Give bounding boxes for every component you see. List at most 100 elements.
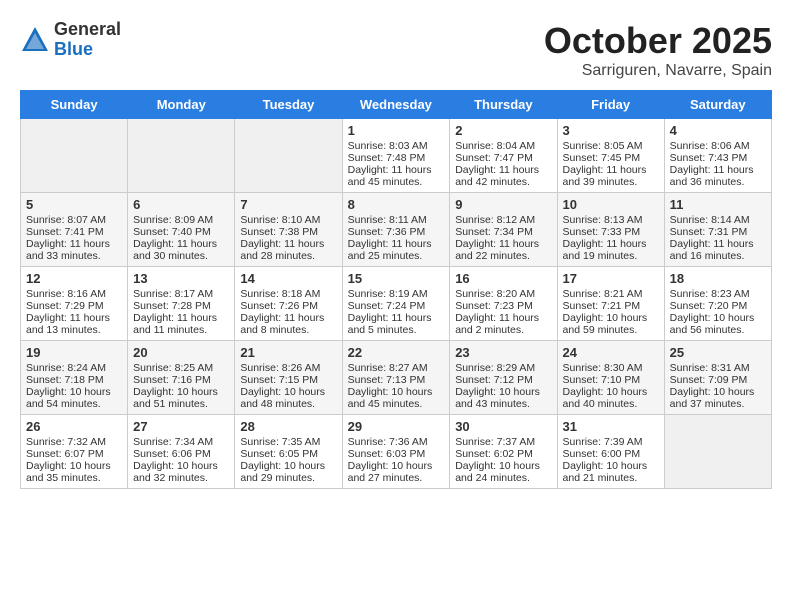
day-info: Sunset: 7:28 PM: [133, 300, 229, 312]
title-block: October 2025 Sarriguren, Navarre, Spain: [544, 20, 772, 80]
logo-text: General Blue: [54, 20, 121, 60]
day-info: Sunset: 7:12 PM: [455, 374, 551, 386]
logo-general-text: General: [54, 20, 121, 40]
day-number: 23: [455, 345, 551, 360]
day-info: Sunrise: 8:29 AM: [455, 362, 551, 374]
day-info: Sunset: 7:16 PM: [133, 374, 229, 386]
day-info: Daylight: 11 hours and 19 minutes.: [563, 238, 659, 262]
day-info: Sunrise: 8:14 AM: [670, 214, 766, 226]
day-info: Sunrise: 8:20 AM: [455, 288, 551, 300]
day-info: Sunset: 7:34 PM: [455, 226, 551, 238]
calendar-cell: 28Sunrise: 7:35 AMSunset: 6:05 PMDayligh…: [235, 415, 342, 489]
day-info: Sunrise: 8:03 AM: [348, 140, 445, 152]
calendar-cell: 4Sunrise: 8:06 AMSunset: 7:43 PMDaylight…: [664, 119, 771, 193]
calendar-cell: 3Sunrise: 8:05 AMSunset: 7:45 PMDaylight…: [557, 119, 664, 193]
day-number: 27: [133, 419, 229, 434]
location: Sarriguren, Navarre, Spain: [544, 62, 772, 80]
calendar-week-2: 5Sunrise: 8:07 AMSunset: 7:41 PMDaylight…: [21, 193, 772, 267]
day-number: 5: [26, 197, 122, 212]
calendar-cell: 18Sunrise: 8:23 AMSunset: 7:20 PMDayligh…: [664, 267, 771, 341]
day-info: Sunset: 7:43 PM: [670, 152, 766, 164]
day-number: 14: [240, 271, 336, 286]
day-info: Sunset: 7:41 PM: [26, 226, 122, 238]
calendar-cell: 1Sunrise: 8:03 AMSunset: 7:48 PMDaylight…: [342, 119, 450, 193]
day-info: Daylight: 10 hours and 35 minutes.: [26, 460, 122, 484]
day-header-saturday: Saturday: [664, 91, 771, 119]
day-info: Daylight: 10 hours and 29 minutes.: [240, 460, 336, 484]
calendar-cell: 15Sunrise: 8:19 AMSunset: 7:24 PMDayligh…: [342, 267, 450, 341]
day-number: 18: [670, 271, 766, 286]
day-info: Sunset: 6:02 PM: [455, 448, 551, 460]
day-header-thursday: Thursday: [450, 91, 557, 119]
day-number: 4: [670, 123, 766, 138]
day-number: 30: [455, 419, 551, 434]
day-header-wednesday: Wednesday: [342, 91, 450, 119]
day-info: Daylight: 11 hours and 25 minutes.: [348, 238, 445, 262]
calendar-cell: [235, 119, 342, 193]
day-info: Sunrise: 8:23 AM: [670, 288, 766, 300]
calendar-cell: 2Sunrise: 8:04 AMSunset: 7:47 PMDaylight…: [450, 119, 557, 193]
day-header-tuesday: Tuesday: [235, 91, 342, 119]
day-info: Daylight: 10 hours and 48 minutes.: [240, 386, 336, 410]
day-number: 20: [133, 345, 229, 360]
day-number: 19: [26, 345, 122, 360]
day-info: Sunset: 7:40 PM: [133, 226, 229, 238]
day-info: Sunset: 7:24 PM: [348, 300, 445, 312]
calendar-cell: 30Sunrise: 7:37 AMSunset: 6:02 PMDayligh…: [450, 415, 557, 489]
day-info: Sunrise: 8:05 AM: [563, 140, 659, 152]
calendar-cell: 5Sunrise: 8:07 AMSunset: 7:41 PMDaylight…: [21, 193, 128, 267]
day-info: Sunset: 6:05 PM: [240, 448, 336, 460]
day-number: 12: [26, 271, 122, 286]
day-info: Sunset: 7:36 PM: [348, 226, 445, 238]
day-info: Sunset: 7:18 PM: [26, 374, 122, 386]
day-info: Sunrise: 8:31 AM: [670, 362, 766, 374]
calendar-cell: [664, 415, 771, 489]
day-info: Sunrise: 8:27 AM: [348, 362, 445, 374]
day-info: Sunset: 7:47 PM: [455, 152, 551, 164]
calendar-cell: 13Sunrise: 8:17 AMSunset: 7:28 PMDayligh…: [128, 267, 235, 341]
calendar-week-3: 12Sunrise: 8:16 AMSunset: 7:29 PMDayligh…: [21, 267, 772, 341]
calendar-cell: 7Sunrise: 8:10 AMSunset: 7:38 PMDaylight…: [235, 193, 342, 267]
day-info: Daylight: 10 hours and 37 minutes.: [670, 386, 766, 410]
logo: General Blue: [20, 20, 121, 60]
day-number: 3: [563, 123, 659, 138]
day-header-sunday: Sunday: [21, 91, 128, 119]
day-info: Sunrise: 8:11 AM: [348, 214, 445, 226]
day-info: Sunset: 6:03 PM: [348, 448, 445, 460]
day-info: Sunrise: 8:26 AM: [240, 362, 336, 374]
day-number: 13: [133, 271, 229, 286]
calendar-cell: 11Sunrise: 8:14 AMSunset: 7:31 PMDayligh…: [664, 193, 771, 267]
day-info: Sunrise: 8:24 AM: [26, 362, 122, 374]
day-info: Daylight: 10 hours and 40 minutes.: [563, 386, 659, 410]
day-info: Sunset: 7:10 PM: [563, 374, 659, 386]
day-info: Sunrise: 8:04 AM: [455, 140, 551, 152]
day-number: 11: [670, 197, 766, 212]
day-info: Sunrise: 7:36 AM: [348, 436, 445, 448]
calendar-cell: 27Sunrise: 7:34 AMSunset: 6:06 PMDayligh…: [128, 415, 235, 489]
day-info: Sunrise: 8:17 AM: [133, 288, 229, 300]
calendar-cell: 10Sunrise: 8:13 AMSunset: 7:33 PMDayligh…: [557, 193, 664, 267]
day-info: Sunset: 7:29 PM: [26, 300, 122, 312]
calendar-cell: 25Sunrise: 8:31 AMSunset: 7:09 PMDayligh…: [664, 341, 771, 415]
day-info: Sunset: 7:13 PM: [348, 374, 445, 386]
calendar-cell: 16Sunrise: 8:20 AMSunset: 7:23 PMDayligh…: [450, 267, 557, 341]
day-info: Daylight: 11 hours and 30 minutes.: [133, 238, 229, 262]
day-info: Sunset: 7:20 PM: [670, 300, 766, 312]
page-header: General Blue October 2025 Sarriguren, Na…: [20, 20, 772, 80]
day-info: Daylight: 11 hours and 8 minutes.: [240, 312, 336, 336]
day-info: Sunrise: 8:25 AM: [133, 362, 229, 374]
day-number: 6: [133, 197, 229, 212]
calendar-cell: [21, 119, 128, 193]
day-info: Sunset: 7:26 PM: [240, 300, 336, 312]
day-info: Daylight: 11 hours and 16 minutes.: [670, 238, 766, 262]
day-info: Daylight: 11 hours and 22 minutes.: [455, 238, 551, 262]
day-number: 1: [348, 123, 445, 138]
day-info: Daylight: 11 hours and 45 minutes.: [348, 164, 445, 188]
day-info: Daylight: 10 hours and 24 minutes.: [455, 460, 551, 484]
calendar-cell: 19Sunrise: 8:24 AMSunset: 7:18 PMDayligh…: [21, 341, 128, 415]
calendar-cell: 23Sunrise: 8:29 AMSunset: 7:12 PMDayligh…: [450, 341, 557, 415]
day-info: Sunset: 6:06 PM: [133, 448, 229, 460]
day-number: 26: [26, 419, 122, 434]
day-info: Sunset: 7:38 PM: [240, 226, 336, 238]
day-info: Sunrise: 8:06 AM: [670, 140, 766, 152]
